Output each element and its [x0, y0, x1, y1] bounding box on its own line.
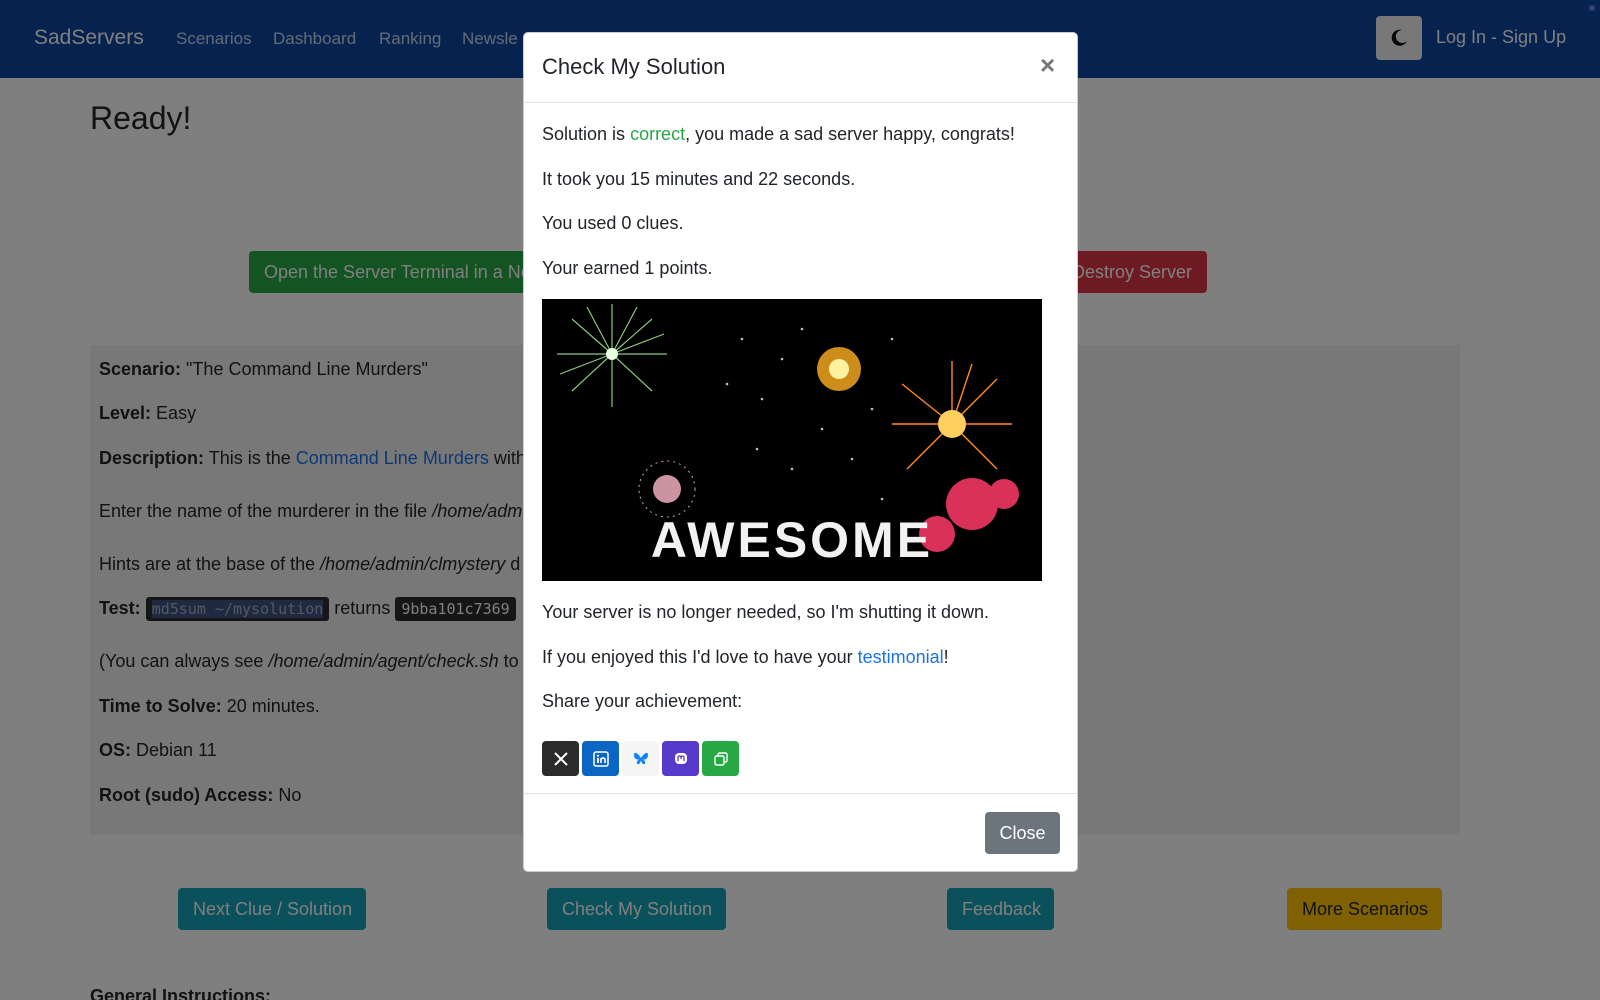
- bluesky-icon: [633, 752, 648, 764]
- solution-result-text: Solution is correct, you made a sad serv…: [542, 124, 1015, 144]
- linkedin-icon: [592, 750, 609, 767]
- close-button[interactable]: Close: [985, 812, 1060, 854]
- share-x-button[interactable]: [542, 741, 579, 776]
- time-taken-text: It took you 15 minutes and 22 seconds.: [542, 169, 856, 189]
- copy-icon: [713, 751, 728, 766]
- share-linkedin-button[interactable]: [582, 741, 619, 776]
- modal-header: Check My Solution ×: [524, 33, 1077, 103]
- points-earned-text: Your earned 1 points.: [542, 258, 713, 278]
- share-mastodon-button[interactable]: [662, 741, 699, 776]
- svg-text:AWESOME: AWESOME: [651, 512, 933, 568]
- share-bluesky-button[interactable]: [622, 741, 659, 776]
- share-copy-button[interactable]: [702, 741, 739, 776]
- close-icon[interactable]: ×: [1040, 50, 1055, 81]
- shutdown-text: Your server is no longer needed, so I'm …: [542, 602, 990, 622]
- share-label: Share your achievement:: [542, 691, 743, 711]
- clues-used-text: You used 0 clues.: [542, 213, 684, 233]
- awesome-fireworks-image: AWESOME: [542, 299, 1042, 581]
- correct-word: correct: [630, 124, 686, 144]
- testimonial-link[interactable]: testimonial: [858, 647, 944, 667]
- mastodon-icon: [674, 752, 687, 764]
- x-icon: [553, 751, 568, 766]
- check-solution-modal: Check My Solution × Solution is correct,…: [523, 32, 1078, 872]
- share-buttons: [542, 741, 739, 776]
- testimonial-text: If you enjoyed this I'd love to have you…: [542, 647, 949, 667]
- modal-title: Check My Solution: [542, 54, 726, 79]
- modal-footer: Close: [524, 793, 1077, 873]
